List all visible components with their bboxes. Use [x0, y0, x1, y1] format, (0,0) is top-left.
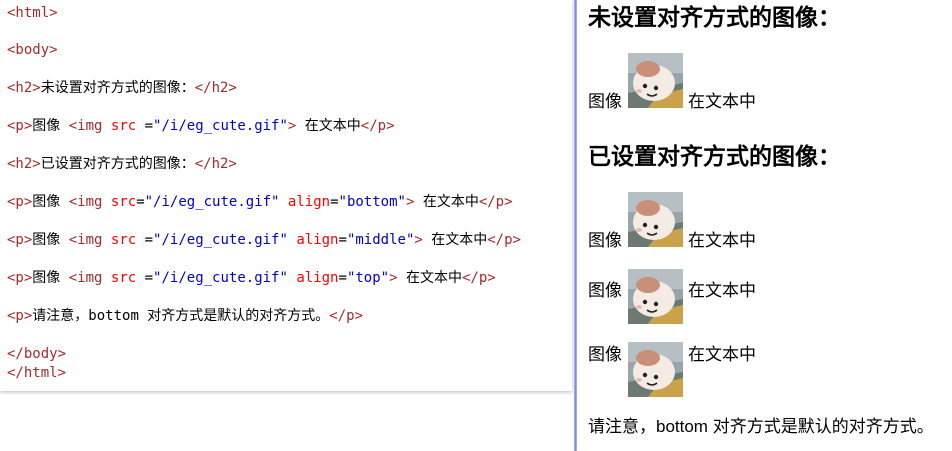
result-heading-aligned: 已设置对齐方式的图像：	[588, 143, 841, 169]
code-panel: <html> <body> <h2>未设置对齐方式的图像：</h2> <p>图像…	[0, 0, 572, 391]
panel-splitter[interactable]	[574, 0, 577, 451]
code-line-html-open: <html>	[7, 4, 58, 22]
cute-image	[628, 53, 683, 108]
code-eq: =	[136, 232, 154, 248]
code-eq: =	[136, 194, 145, 210]
code-tag: </p>	[478, 194, 513, 210]
code-line-p-img-top: <p>图像 <img src ="/i/eg_cute.gif" align="…	[7, 269, 496, 287]
code-value: "/i/eg_cute.gif"	[153, 270, 288, 286]
code-text: 在文本中	[422, 232, 488, 248]
result-text-after: 在文本中	[688, 345, 756, 364]
code-text: 未设置对齐方式的图像：	[40, 80, 195, 96]
code-text: 请注意，bottom 对齐方式是默认的对齐方式。	[32, 308, 330, 324]
cute-image-middle	[628, 269, 683, 324]
code-tag: <p>	[7, 118, 33, 134]
code-eq: =	[136, 270, 154, 286]
code-eq: =	[330, 194, 339, 210]
code-tag: <body>	[7, 42, 58, 58]
code-line-h2-aligned: <h2>已设置对齐方式的图像：</h2>	[7, 155, 237, 173]
code-tag: <img	[68, 194, 103, 210]
code-tag: </h2>	[194, 156, 237, 172]
code-tag: <p>	[7, 194, 33, 210]
code-text: 图像	[32, 118, 69, 134]
code-text: 图像	[32, 194, 69, 210]
result-text-before: 图像	[588, 92, 622, 111]
result-text-after: 在文本中	[688, 92, 756, 111]
code-tag: <p>	[7, 232, 33, 248]
code-line-p-img-default: <p>图像 <img src ="/i/eg_cute.gif"> 在文本中</…	[7, 117, 395, 135]
code-tag: >	[414, 232, 423, 248]
code-tag: <p>	[7, 270, 33, 286]
code-attr: src	[110, 232, 137, 248]
result-text-before: 图像	[588, 345, 622, 364]
code-line-p-note: <p>请注意，bottom 对齐方式是默认的对齐方式。</p>	[7, 307, 363, 325]
code-attr: src	[110, 270, 137, 286]
result-text-after: 在文本中	[688, 231, 756, 250]
code-value: "middle"	[346, 232, 415, 248]
code-value: "top"	[346, 270, 390, 286]
code-text: 图像	[32, 270, 69, 286]
code-attr: src	[110, 194, 137, 210]
code-tag: <p>	[7, 308, 33, 324]
code-line-body-open: <body>	[7, 41, 58, 59]
cute-image-bottom	[628, 192, 683, 247]
code-value: "/i/eg_cute.gif"	[144, 194, 280, 210]
code-tag: <html>	[7, 5, 58, 21]
code-tag: <img	[68, 118, 103, 134]
code-line-p-img-bottom: <p>图像 <img src="/i/eg_cute.gif" align="b…	[7, 193, 513, 211]
result-text-after: 在文本中	[688, 281, 756, 300]
code-line-p-img-middle: <p>图像 <img src ="/i/eg_cute.gif" align="…	[7, 231, 521, 249]
code-attr: align	[287, 194, 331, 210]
code-eq: =	[338, 270, 347, 286]
code-tag: >	[389, 270, 398, 286]
code-tag: <h2>	[7, 80, 41, 96]
code-tag: </p>	[360, 118, 395, 134]
code-value: "/i/eg_cute.gif"	[153, 118, 288, 134]
code-tag: </body>	[7, 346, 67, 362]
code-tag: </html>	[7, 365, 67, 381]
result-note: 请注意，bottom 对齐方式是默认的对齐方式。	[588, 417, 934, 436]
code-attr: src	[110, 118, 137, 134]
cute-cartoon-icon	[628, 342, 683, 397]
code-tag: <img	[68, 270, 103, 286]
code-line-h2-unaligned: <h2>未设置对齐方式的图像：</h2>	[7, 79, 237, 97]
code-value: "bottom"	[338, 194, 406, 210]
cute-cartoon-icon	[628, 269, 683, 324]
code-tag: <h2>	[7, 156, 41, 172]
code-tag: <img	[68, 232, 103, 248]
code-eq: =	[136, 118, 154, 134]
cute-cartoon-icon	[628, 192, 683, 247]
code-tag: </p>	[461, 270, 496, 286]
cute-cartoon-icon	[628, 53, 683, 108]
code-value: "/i/eg_cute.gif"	[153, 232, 288, 248]
code-text: 已设置对齐方式的图像：	[40, 156, 195, 172]
code-text: 在文本中	[397, 270, 462, 286]
code-text: 在文本中	[414, 194, 479, 210]
code-text: 图像	[32, 232, 69, 248]
result-heading-unaligned: 未设置对齐方式的图像：	[588, 4, 841, 30]
code-attr: align	[296, 270, 339, 286]
code-tag: </p>	[329, 308, 364, 324]
code-tag: </p>	[487, 232, 521, 248]
result-text-before: 图像	[588, 281, 622, 300]
code-eq: =	[338, 232, 347, 248]
code-attr: align	[296, 232, 339, 248]
code-text: 在文本中	[296, 118, 361, 134]
cute-image-top	[628, 342, 683, 397]
code-line-body-close: </body>	[7, 345, 66, 363]
code-line-html-close: </html>	[7, 364, 66, 382]
result-panel: 未设置对齐方式的图像： 图像 在文本中 已设置对齐方式的图像： 图像 在文本中 …	[578, 0, 952, 451]
code-tag: </h2>	[194, 80, 237, 96]
result-text-before: 图像	[588, 231, 622, 250]
